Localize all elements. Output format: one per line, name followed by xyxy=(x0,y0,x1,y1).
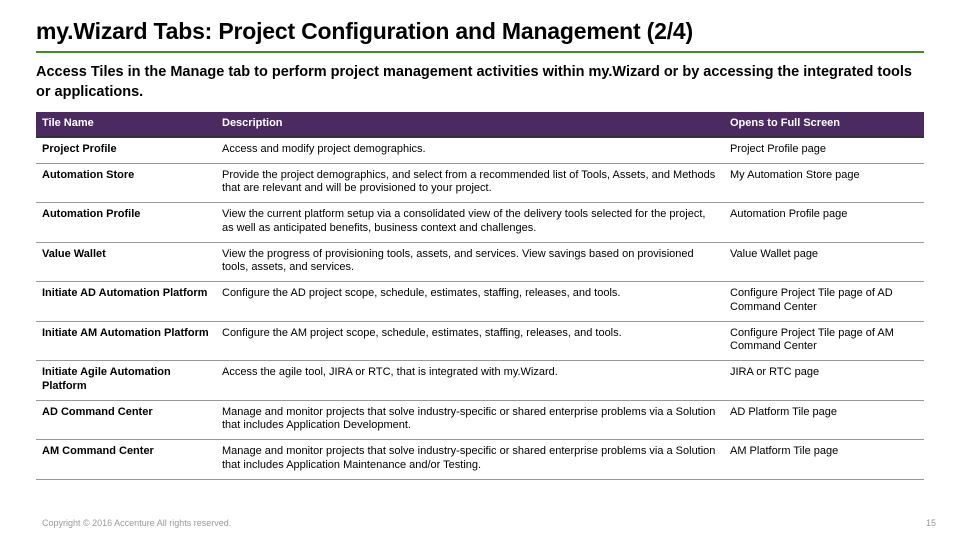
cell-tile-name: Automation Store xyxy=(36,163,216,203)
table-row: Initiate AM Automation PlatformConfigure… xyxy=(36,321,924,361)
page-title: my.Wizard Tabs: Project Configuration an… xyxy=(36,18,924,45)
cell-tile-name: AD Command Center xyxy=(36,400,216,440)
title-rule xyxy=(36,51,924,53)
table-row: Initiate AD Automation PlatformConfigure… xyxy=(36,282,924,322)
cell-tile-name: Project Profile xyxy=(36,137,216,163)
cell-description: Configure the AM project scope, schedule… xyxy=(216,321,724,361)
cell-opens: AM Platform Tile page xyxy=(724,440,924,480)
table-row: Automation StoreProvide the project demo… xyxy=(36,163,924,203)
cell-opens: AD Platform Tile page xyxy=(724,400,924,440)
page-number: 15 xyxy=(926,518,936,528)
cell-description: Provide the project demographics, and se… xyxy=(216,163,724,203)
col-tile-name: Tile Name xyxy=(36,112,216,137)
cell-description: Access the agile tool, JIRA or RTC, that… xyxy=(216,361,724,401)
cell-opens: Configure Project Tile page of AD Comman… xyxy=(724,282,924,322)
cell-tile-name: Initiate AM Automation Platform xyxy=(36,321,216,361)
cell-tile-name: AM Command Center xyxy=(36,440,216,480)
cell-tile-name: Initiate Agile Automation Platform xyxy=(36,361,216,401)
table-row: Initiate Agile Automation PlatformAccess… xyxy=(36,361,924,401)
col-opens: Opens to Full Screen xyxy=(724,112,924,137)
cell-opens: Project Profile page xyxy=(724,137,924,163)
cell-tile-name: Value Wallet xyxy=(36,242,216,282)
tiles-table: Tile Name Description Opens to Full Scre… xyxy=(36,112,924,480)
cell-tile-name: Automation Profile xyxy=(36,203,216,243)
cell-opens: Value Wallet page xyxy=(724,242,924,282)
table-row: AM Command CenterManage and monitor proj… xyxy=(36,440,924,480)
table-row: Project ProfileAccess and modify project… xyxy=(36,137,924,163)
table-row: AD Command CenterManage and monitor proj… xyxy=(36,400,924,440)
cell-opens: Automation Profile page xyxy=(724,203,924,243)
table-row: Automation ProfileView the current platf… xyxy=(36,203,924,243)
table-body: Project ProfileAccess and modify project… xyxy=(36,137,924,479)
copyright-footer: Copyright © 2016 Accenture All rights re… xyxy=(42,518,231,528)
col-description: Description xyxy=(216,112,724,137)
cell-description: Configure the AD project scope, schedule… xyxy=(216,282,724,322)
slide-page: my.Wizard Tabs: Project Configuration an… xyxy=(0,0,960,540)
cell-opens: JIRA or RTC page xyxy=(724,361,924,401)
cell-description: Manage and monitor projects that solve i… xyxy=(216,440,724,480)
table-row: Value WalletView the progress of provisi… xyxy=(36,242,924,282)
cell-tile-name: Initiate AD Automation Platform xyxy=(36,282,216,322)
cell-description: Manage and monitor projects that solve i… xyxy=(216,400,724,440)
cell-opens: Configure Project Tile page of AM Comman… xyxy=(724,321,924,361)
cell-description: Access and modify project demographics. xyxy=(216,137,724,163)
cell-description: View the current platform setup via a co… xyxy=(216,203,724,243)
cell-description: View the progress of provisioning tools,… xyxy=(216,242,724,282)
page-subtitle: Access Tiles in the Manage tab to perfor… xyxy=(36,63,924,102)
table-header: Tile Name Description Opens to Full Scre… xyxy=(36,112,924,137)
cell-opens: My Automation Store page xyxy=(724,163,924,203)
